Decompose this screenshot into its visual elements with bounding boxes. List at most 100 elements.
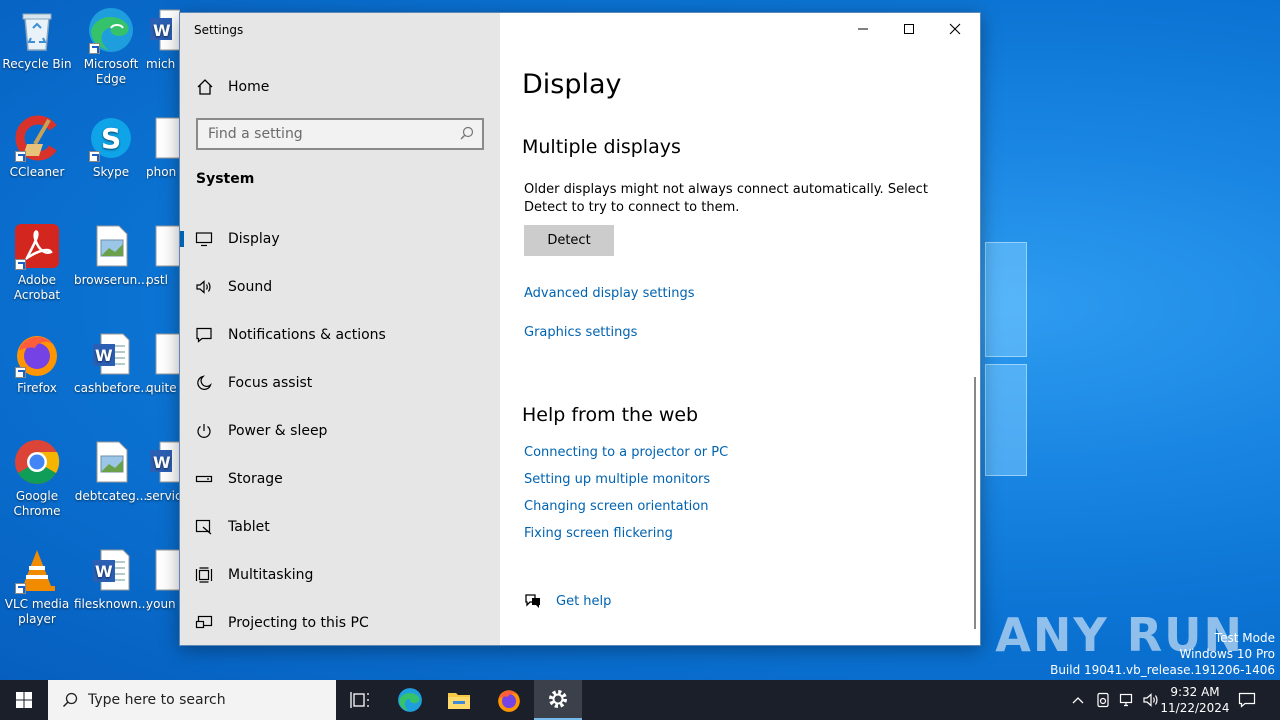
- settings-search-input[interactable]: Find a setting: [196, 118, 484, 150]
- desktop-icon-servic[interactable]: W servic: [146, 438, 180, 504]
- nav-item-power-sleep[interactable]: Power & sleep: [180, 407, 500, 455]
- desktop-icon-quite[interactable]: quite: [146, 330, 180, 396]
- desktop-icon-vlc[interactable]: VLC media player: [0, 546, 74, 627]
- taskbar-firefox-button[interactable]: [485, 680, 533, 720]
- detect-button[interactable]: Detect: [524, 225, 614, 256]
- desktop-icon-cashbefore[interactable]: W cashbefore...: [74, 330, 152, 396]
- shortcut-arrow-icon: [15, 367, 26, 378]
- nav-item-notifications[interactable]: Notifications & actions: [180, 311, 500, 359]
- nav-item-sound[interactable]: Sound: [180, 263, 500, 311]
- task-view-icon: [350, 692, 369, 708]
- help-link-screen-orientation[interactable]: Changing screen orientation: [524, 499, 708, 514]
- moon-icon: [197, 375, 212, 390]
- window-title: Settings: [194, 23, 244, 37]
- desktop-icon-mich[interactable]: W mich: [146, 6, 180, 72]
- nav-item-tablet[interactable]: Tablet: [180, 503, 500, 551]
- close-button[interactable]: [932, 13, 978, 45]
- volume-icon: [1143, 693, 1158, 707]
- nav-item-label: Projecting to this PC: [228, 615, 369, 631]
- help-link-screen-flickering[interactable]: Fixing screen flickering: [524, 526, 673, 541]
- desktop-icon-label: Google Chrome: [13, 489, 61, 518]
- show-hidden-icons-button[interactable]: [1068, 680, 1088, 720]
- desktop-icon-pstl[interactable]: pstl: [146, 222, 180, 288]
- desktop-icon-skype[interactable]: S Skype: [74, 114, 148, 180]
- ccleaner-icon: [13, 114, 61, 162]
- recycle-bin-icon: [13, 6, 61, 54]
- desktop-icon-phon[interactable]: phon: [146, 114, 180, 180]
- taskbar-search-box[interactable]: Type here to search: [48, 680, 336, 720]
- desktop-icon-label: filesknown...: [74, 597, 150, 611]
- nav-item-focus-assist[interactable]: Focus assist: [180, 359, 500, 407]
- desktop-icon-browserun[interactable]: browserun...: [74, 222, 149, 288]
- graphics-settings-link[interactable]: Graphics settings: [524, 325, 637, 340]
- maximize-button[interactable]: [886, 13, 932, 45]
- svg-text:W: W: [95, 346, 113, 365]
- desktop-icon-label: Firefox: [17, 381, 57, 395]
- desktop-icon-youn[interactable]: youn: [146, 546, 180, 612]
- close-icon: [949, 23, 961, 35]
- nav-section-title: System: [196, 171, 255, 187]
- nav-item-label: Tablet: [228, 519, 270, 535]
- firefox-icon: [13, 330, 61, 378]
- desktop-icon-filesknown[interactable]: W filesknown...: [74, 546, 150, 612]
- tray-device-icon-button[interactable]: [1092, 680, 1114, 720]
- monitor-icon: [195, 232, 213, 247]
- nav-item-projecting[interactable]: Projecting to this PC: [180, 599, 500, 647]
- network-icon: [1119, 693, 1133, 707]
- desktop-icon-label: youn: [146, 597, 176, 611]
- desktop-icon-adobe-acrobat[interactable]: Adobe Acrobat: [0, 222, 74, 303]
- tablet-icon: [195, 519, 212, 535]
- power-icon: [197, 424, 211, 438]
- taskbar-file-explorer-button[interactable]: [435, 680, 483, 720]
- search-icon: [62, 692, 78, 708]
- notification-icon: [196, 327, 212, 343]
- clock-date: 11/22/2024: [1160, 701, 1230, 715]
- taskbar-settings-button[interactable]: [534, 680, 582, 720]
- nav-item-display[interactable]: Display: [180, 215, 500, 263]
- nav-item-label: Multitasking: [228, 567, 314, 583]
- start-button[interactable]: [0, 680, 48, 720]
- desktop-icon-firefox[interactable]: Firefox: [0, 330, 74, 396]
- device-icon: [1097, 692, 1109, 708]
- get-help-link[interactable]: Get help: [524, 593, 611, 609]
- taskbar-clock[interactable]: 9:32 AM 11/22/2024: [1160, 684, 1230, 716]
- document-icon: [146, 222, 180, 270]
- help-link-multiple-monitors[interactable]: Setting up multiple monitors: [524, 472, 710, 487]
- taskbar: Type here to search 9:32 AM 11/22/2024: [0, 680, 1280, 720]
- skype-icon: S: [87, 114, 135, 162]
- desktop-icon-label: servic: [146, 489, 180, 503]
- nav-home[interactable]: Home: [196, 75, 269, 99]
- svg-text:W: W: [153, 453, 171, 472]
- word-document-icon: W: [87, 330, 135, 378]
- edge-icon: [87, 6, 135, 54]
- taskbar-edge-button[interactable]: [386, 680, 434, 720]
- chevron-up-icon: [1072, 697, 1084, 704]
- desktop-icon-label: Microsoft Edge: [83, 57, 139, 86]
- task-view-button[interactable]: [336, 680, 384, 720]
- network-button[interactable]: [1116, 680, 1138, 720]
- firefox-icon: [498, 690, 520, 712]
- desktop-icon-debtcateg[interactable]: debtcateg...: [74, 438, 148, 504]
- desktop-icon-google-chrome[interactable]: Google Chrome: [0, 438, 74, 519]
- nav-item-multitasking[interactable]: Multitasking: [180, 551, 500, 599]
- search-icon: [460, 126, 474, 140]
- desktop-icon-label: mich: [146, 57, 176, 71]
- nav-item-storage[interactable]: Storage: [180, 455, 500, 503]
- desktop-icon-ccleaner[interactable]: CCleaner: [0, 114, 74, 180]
- svg-text:S: S: [101, 122, 121, 155]
- document-icon: [146, 546, 180, 594]
- document-icon: [146, 114, 180, 162]
- image-file-icon: [87, 222, 135, 270]
- advanced-display-settings-link[interactable]: Advanced display settings: [524, 286, 694, 301]
- action-center-button[interactable]: [1232, 680, 1262, 720]
- volume-button[interactable]: [1140, 680, 1162, 720]
- adobe-acrobat-icon: [13, 222, 61, 270]
- speaker-icon: [196, 280, 211, 294]
- edge-icon: [398, 688, 422, 712]
- help-link-projector[interactable]: Connecting to a projector or PC: [524, 445, 728, 460]
- help-from-web-heading: Help from the web: [522, 404, 699, 426]
- minimize-button[interactable]: [840, 13, 886, 45]
- desktop-icon-microsoft-edge[interactable]: Microsoft Edge: [74, 6, 148, 87]
- desktop-icon-recycle-bin[interactable]: Recycle Bin: [0, 6, 74, 72]
- content-scrollbar[interactable]: [974, 377, 976, 629]
